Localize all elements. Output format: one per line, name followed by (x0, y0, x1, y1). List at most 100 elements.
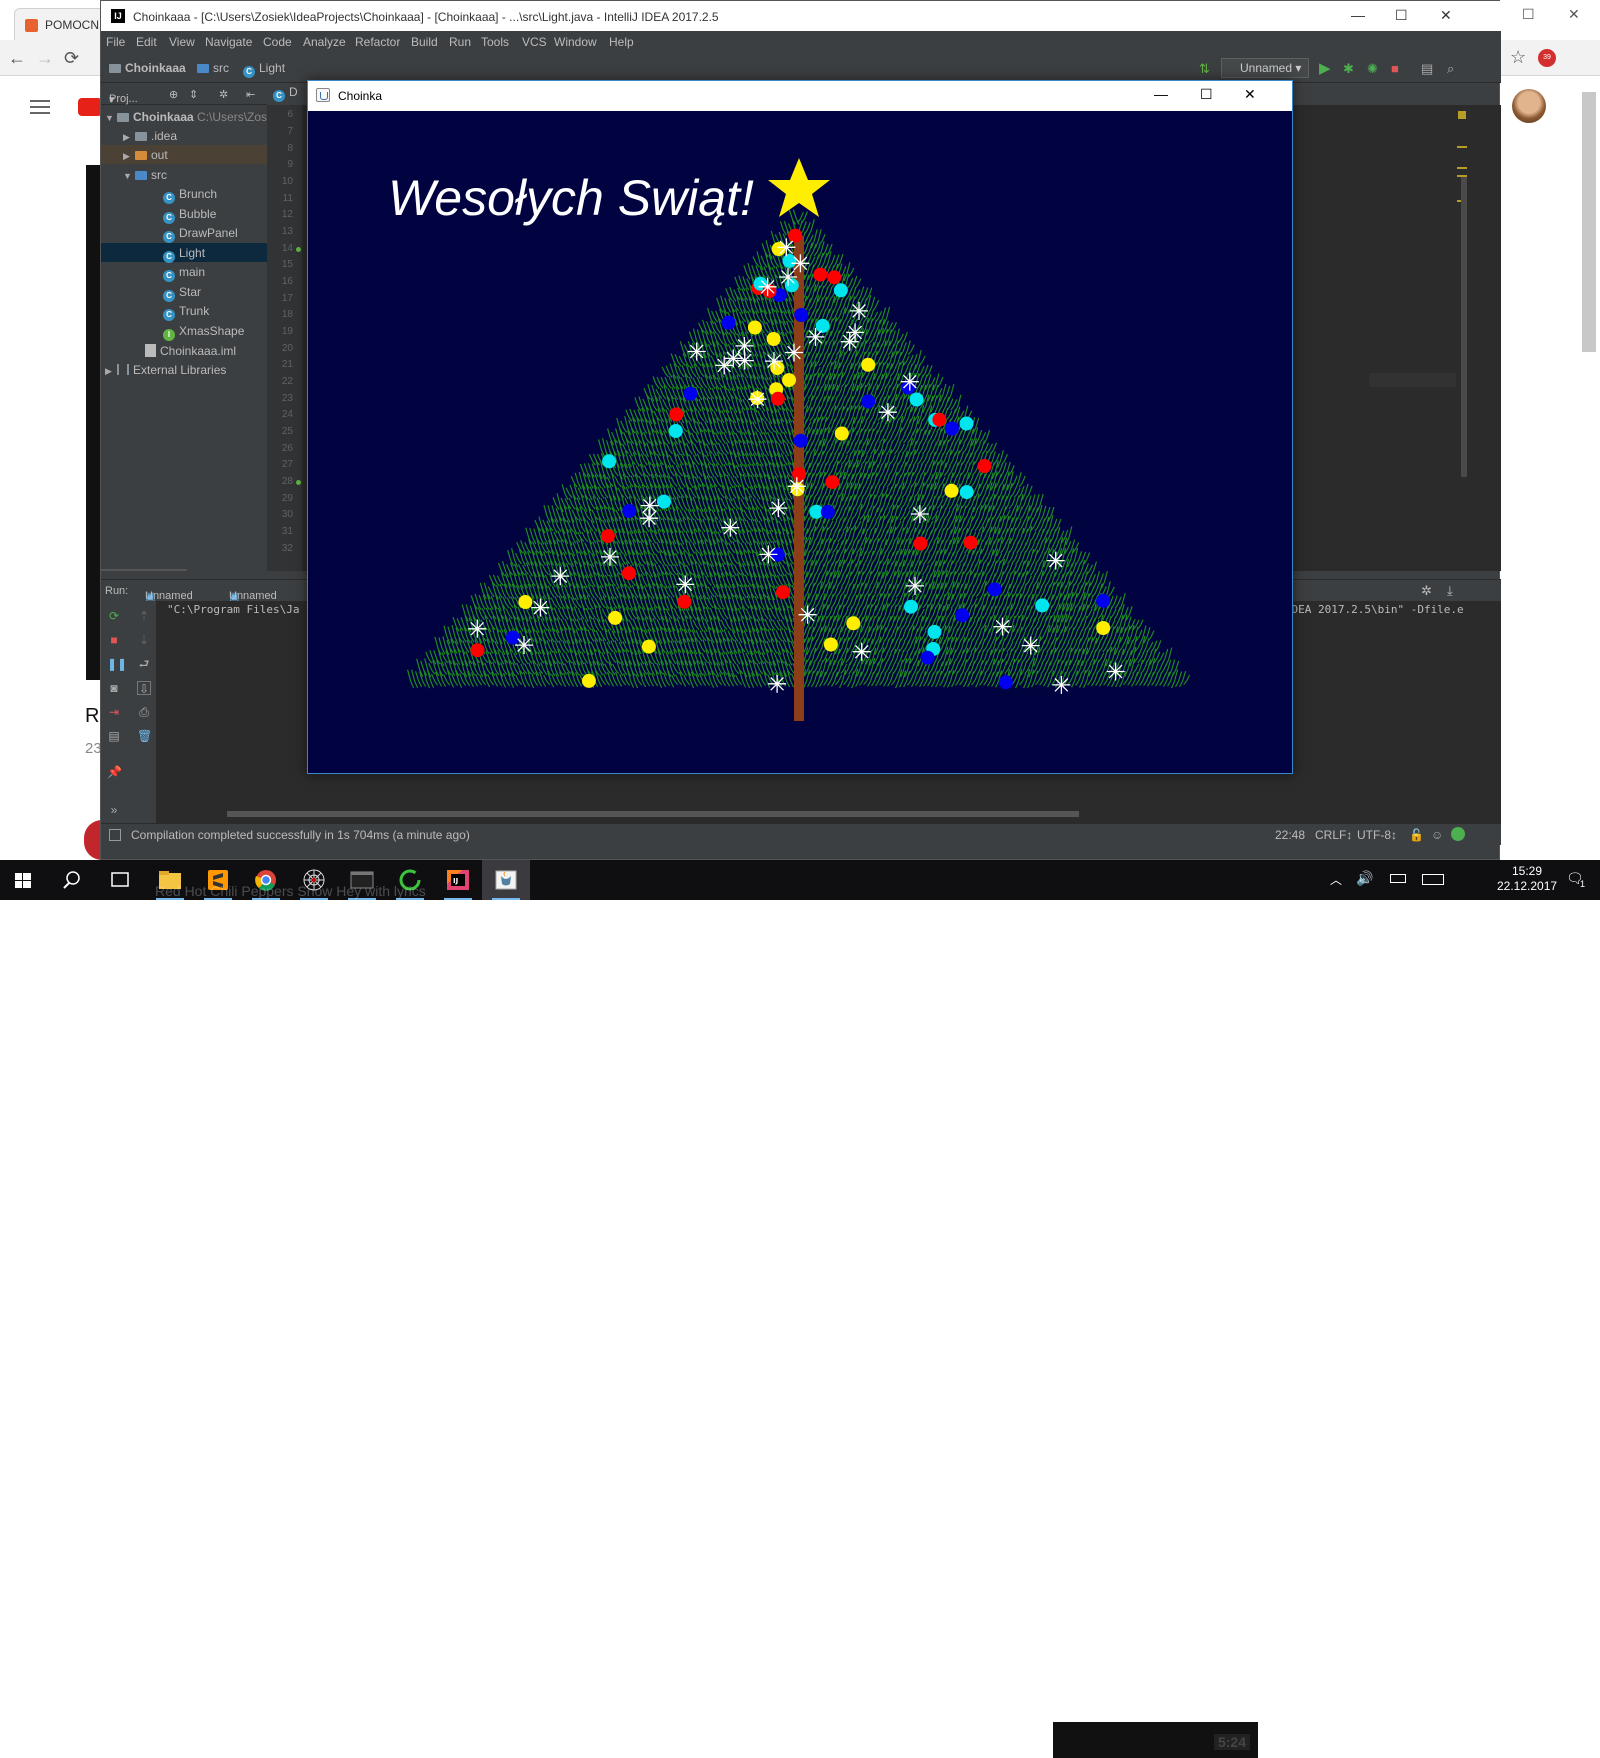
expand-arrow-icon[interactable]: ▼ (123, 171, 135, 181)
avatar[interactable] (1512, 89, 1546, 123)
forward-button[interactable]: → (36, 48, 54, 69)
menu-edit[interactable]: Edit (136, 35, 157, 49)
ide-close-button[interactable]: ✕ (1440, 7, 1452, 24)
bookmark-star-icon[interactable]: ☆ (1510, 47, 1526, 68)
expand-arrow-icon[interactable]: ▼ (105, 113, 117, 123)
editor-scrollbar[interactable] (1461, 177, 1467, 477)
ide-maximize-button[interactable]: ☐ (1395, 7, 1408, 24)
menu-help[interactable]: Help (609, 35, 634, 49)
coverage-icon[interactable]: ✺ (1367, 61, 1378, 77)
pin-icon[interactable]: 📌 (107, 765, 122, 779)
stop-icon[interactable]: ■ (1391, 61, 1399, 76)
collapse-arrow-icon[interactable]: ▶ (105, 366, 117, 377)
collapse-arrow-icon[interactable]: ▶ (123, 151, 135, 162)
tree-item-brunch[interactable]: C Brunch (101, 184, 267, 204)
warning-marker[interactable] (1457, 167, 1467, 169)
scroll-up-icon[interactable]: ⇡ (137, 609, 151, 623)
tree-item-src[interactable]: ▼ src (101, 165, 267, 184)
hector-icon[interactable]: ☺ (1431, 828, 1443, 842)
menu-analyze[interactable]: Analyze (303, 35, 346, 49)
menu-refactor[interactable]: Refactor (355, 35, 400, 49)
stop-icon[interactable]: ■ (107, 633, 121, 647)
rerun-icon[interactable]: ⟳ (107, 609, 121, 623)
app-close-button[interactable]: ✕ (1244, 86, 1256, 103)
tree-item-external-libraries[interactable]: ▶ External Libraries (101, 360, 267, 379)
line-separator[interactable]: CRLF↕ (1315, 828, 1352, 842)
run-icon[interactable]: ▶ (1319, 59, 1331, 77)
browser-maximize-button[interactable]: ☐ (1522, 6, 1535, 23)
layout-icon[interactable]: ▤ (107, 729, 121, 743)
tree-item-trunk[interactable]: C Trunk (101, 301, 267, 321)
reload-button[interactable]: ⟳ (64, 48, 79, 69)
editor-tab[interactable]: CD (273, 85, 303, 105)
menu-window[interactable]: Window (554, 35, 597, 49)
tree-item-choinkaaa[interactable]: ▼ Choinkaaa C:\Users\Zos (101, 107, 267, 126)
menu-build[interactable]: Build (411, 35, 438, 49)
run-configuration-select[interactable]: Unnamed ▾ (1221, 58, 1309, 78)
console-scrollbar[interactable] (227, 811, 1079, 817)
inspection-status-icon[interactable] (1458, 111, 1466, 119)
breadcrumb-light[interactable]: C Light (243, 61, 285, 78)
implements-marker-icon[interactable] (296, 247, 301, 252)
tree-item-bubble[interactable]: C Bubble (101, 204, 267, 224)
collapse-arrow-icon[interactable]: ▶ (123, 132, 135, 143)
taskbar-java-app[interactable] (482, 860, 530, 900)
tree-item-idea[interactable]: ▶ .idea (101, 126, 267, 145)
tree-item-xmasshape[interactable]: I XmasShape (101, 321, 267, 341)
scroll-from-source-icon[interactable]: ⊕ (169, 88, 178, 101)
tree-item-light[interactable]: C Light (101, 243, 267, 263)
battery-icon[interactable] (1390, 874, 1406, 883)
pause-icon[interactable]: ❚❚ (107, 657, 127, 671)
sort-icon[interactable]: ⇅ (1199, 61, 1210, 77)
caret-position[interactable]: 22:48 (1275, 828, 1305, 842)
tray-chevron-icon[interactable]: ︿ (1330, 871, 1342, 888)
collapse-all-icon[interactable]: ⇕ (189, 88, 198, 101)
project-tree-scrollbar[interactable] (101, 569, 187, 571)
scroll-to-end-icon[interactable]: ⇩ (137, 681, 151, 696)
ide-minimize-button[interactable]: — (1351, 7, 1365, 23)
hamburger-menu-icon[interactable] (30, 100, 50, 114)
file-encoding[interactable]: UTF-8↕ (1357, 828, 1397, 842)
adblock-extension-icon[interactable]: 39 (1538, 49, 1556, 67)
event-log-icon[interactable] (1451, 827, 1465, 841)
keyboard-icon[interactable] (1422, 874, 1444, 885)
breadcrumb-project[interactable]: Choinkaaa (109, 61, 186, 75)
dump-threads-icon[interactable]: ◙ (107, 681, 121, 695)
clock[interactable]: 15:29 22.12.2017 (1497, 864, 1557, 894)
menu-run[interactable]: Run (449, 35, 471, 49)
project-structure-icon[interactable]: ▤ (1421, 61, 1433, 77)
search-button[interactable] (48, 860, 96, 900)
hide-run-panel-icon[interactable]: ⤓ (1447, 583, 1453, 599)
tree-item-main[interactable]: Cmain (101, 262, 267, 282)
menu-navigate[interactable]: Navigate (205, 35, 252, 49)
menu-vcs[interactable]: VCS (522, 35, 547, 49)
menu-file[interactable]: File (106, 35, 125, 49)
tree-item-out[interactable]: ▶ out (101, 145, 267, 164)
app-minimize-button[interactable]: — (1154, 86, 1168, 102)
start-button[interactable] (0, 860, 48, 900)
menu-code[interactable]: Code (263, 35, 292, 49)
tree-item-star[interactable]: C Star (101, 282, 267, 302)
taskbar-intellij[interactable]: IJ (434, 860, 482, 900)
hide-panel-icon[interactable]: ⇤ (246, 88, 255, 101)
search-icon[interactable]: ⌕ (1447, 61, 1454, 77)
menu-tools[interactable]: Tools (481, 35, 509, 49)
tree-item-iml[interactable]: Choinkaaa.iml (101, 341, 267, 360)
run-settings-gear-icon[interactable]: ✲ (1421, 583, 1432, 599)
lock-icon[interactable]: 🔓 (1409, 828, 1424, 842)
debug-icon[interactable]: ✱ (1343, 61, 1354, 77)
exit-icon[interactable]: ⇥ (107, 705, 121, 719)
print-icon[interactable]: ⎙ (137, 705, 151, 719)
soft-wrap-icon[interactable]: ⮐ (137, 657, 151, 671)
tree-item-drawpanel[interactable]: C DrawPanel (101, 223, 267, 243)
settings-gear-icon[interactable]: ✲ (219, 88, 228, 101)
breadcrumb-src[interactable]: src (197, 61, 229, 75)
toggle-tool-windows-icon[interactable] (109, 829, 121, 841)
video-player[interactable] (86, 165, 100, 680)
implements-marker-icon[interactable] (296, 480, 301, 485)
browser-close-button[interactable]: ✕ (1568, 6, 1580, 23)
status-message[interactable]: Compilation completed successfully in 1s… (131, 828, 470, 842)
warning-marker[interactable] (1457, 146, 1467, 148)
back-button[interactable]: ← (8, 48, 26, 69)
youtube-logo-icon[interactable] (78, 98, 102, 116)
